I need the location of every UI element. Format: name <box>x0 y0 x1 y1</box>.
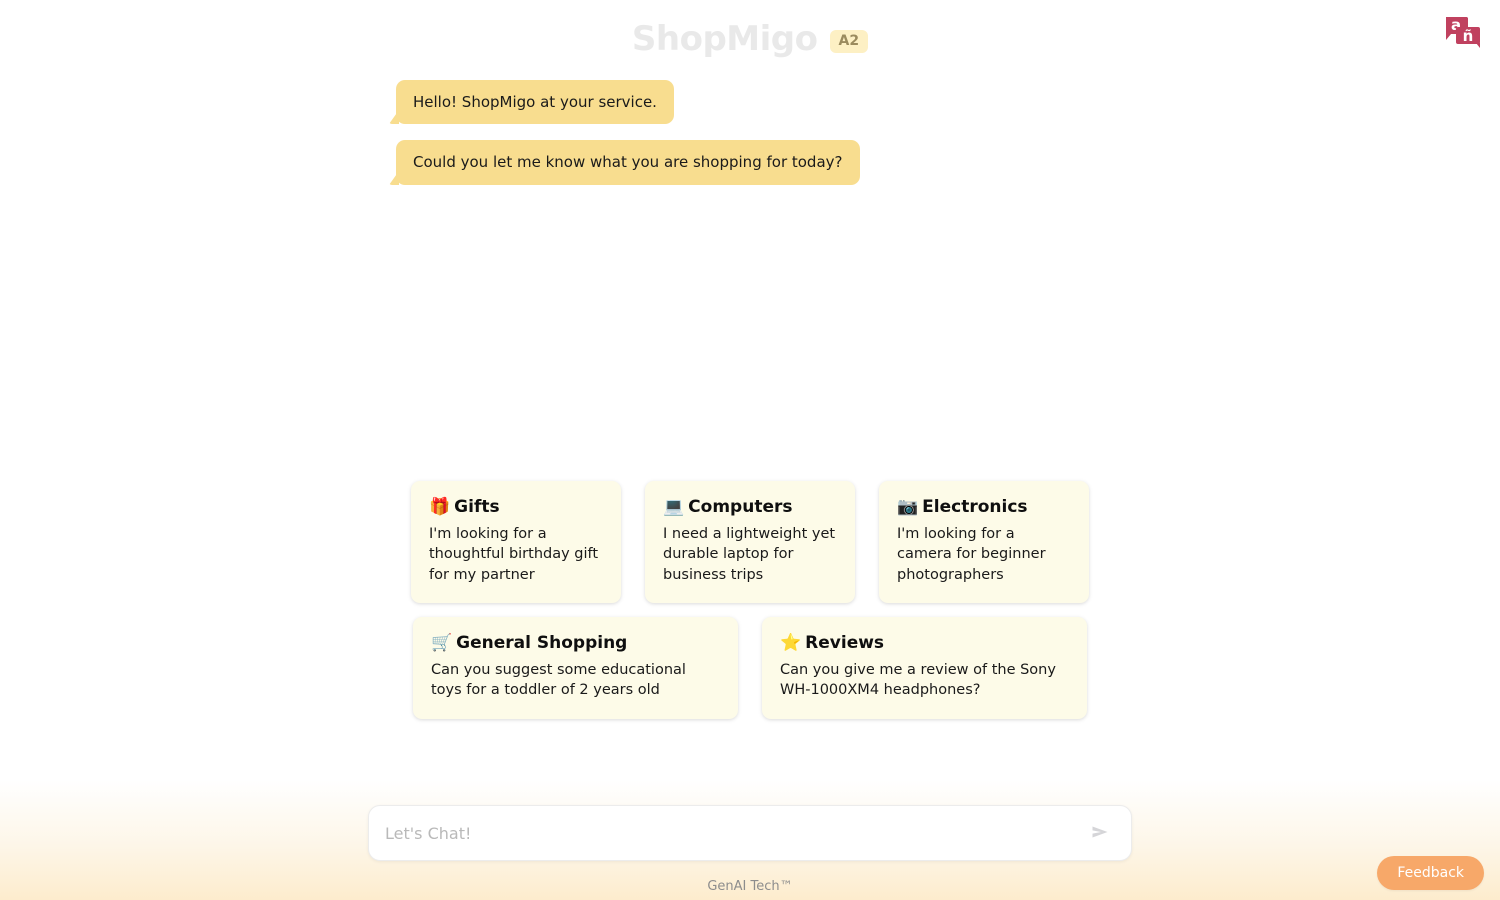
suggestion-card-title: 📷 Electronics <box>897 497 1071 517</box>
chat-transcript: Hello! ShopMigo at your service. Could y… <box>0 62 1500 185</box>
suggestion-card-prompt: I'm looking for a thoughtful birthday gi… <box>429 525 599 583</box>
chat-message-assistant: Could you let me know what you are shopp… <box>389 140 860 185</box>
suggestion-card-prompt: Can you suggest some educational toys fo… <box>431 661 686 699</box>
gift-icon: 🎁 <box>429 497 451 518</box>
suggestion-card-prompt: Can you give me a review of the Sony WH-… <box>780 661 1056 699</box>
suggestion-row-2: 🛒 General Shopping Can you suggest some e… <box>413 617 1087 719</box>
suggestion-card-computers[interactable]: 💻 Computers I need a lightweight yet dura… <box>645 481 855 604</box>
camera-icon: 📷 <box>897 497 919 518</box>
suggestion-card-title: 🛒 General Shopping <box>431 633 720 653</box>
suggestion-card-title: ⭐ Reviews <box>780 633 1069 653</box>
composer-container <box>0 727 1500 861</box>
suggestion-card-reviews[interactable]: ⭐ Reviews Can you give me a review of the… <box>762 617 1087 719</box>
suggestion-title-text: Reviews <box>805 633 885 654</box>
shopping-cart-icon: 🛒 <box>431 633 453 654</box>
chat-message-assistant: Hello! ShopMigo at your service. <box>389 80 674 125</box>
suggestion-card-gifts[interactable]: 🎁 Gifts I'm looking for a thoughtful birt… <box>411 481 621 604</box>
svg-text:ñ: ñ <box>1463 27 1474 45</box>
suggestion-card-prompt: I need a lightweight yet durable laptop … <box>663 525 836 583</box>
feedback-button[interactable]: Feedback <box>1377 856 1484 890</box>
page-title: ShopMigo <box>631 19 818 59</box>
send-button[interactable] <box>1085 818 1115 848</box>
suggestion-cards: 🎁 Gifts I'm looking for a thoughtful birt… <box>0 481 1500 727</box>
translate-bubbles-icon[interactable]: a ñ <box>1438 10 1486 58</box>
chat-composer[interactable] <box>368 805 1132 861</box>
app-header: ShopMigo A2 <box>0 0 1500 62</box>
app-footer: GenAI Tech™ <box>0 861 1500 900</box>
suggestion-card-prompt: I'm looking for a camera for beginner ph… <box>897 525 1046 583</box>
shopmigo-app: a ñ ShopMigo A2 Hello! ShopMigo at your … <box>0 0 1500 900</box>
suggestion-title-text: General Shopping <box>456 633 628 654</box>
suggestion-row-1: 🎁 Gifts I'm looking for a thoughtful birt… <box>411 481 1089 604</box>
suggestion-card-title: 🎁 Gifts <box>429 497 603 517</box>
send-arrow-icon <box>1089 821 1111 846</box>
suggestion-title-text: Computers <box>688 497 793 518</box>
suggestion-title-text: Electronics <box>922 497 1028 518</box>
footer-brand-text: GenAI Tech™ <box>707 879 793 894</box>
suggestion-card-general-shopping[interactable]: 🛒 General Shopping Can you suggest some e… <box>413 617 738 719</box>
star-icon: ⭐ <box>780 633 802 654</box>
suggestion-title-text: Gifts <box>454 497 500 518</box>
laptop-icon: 💻 <box>663 497 685 518</box>
suggestion-card-title: 💻 Computers <box>663 497 837 517</box>
language-level-badge[interactable]: A2 <box>829 29 869 53</box>
chat-input[interactable] <box>383 806 1085 860</box>
suggestion-card-electronics[interactable]: 📷 Electronics I'm looking for a camera fo… <box>879 481 1089 604</box>
